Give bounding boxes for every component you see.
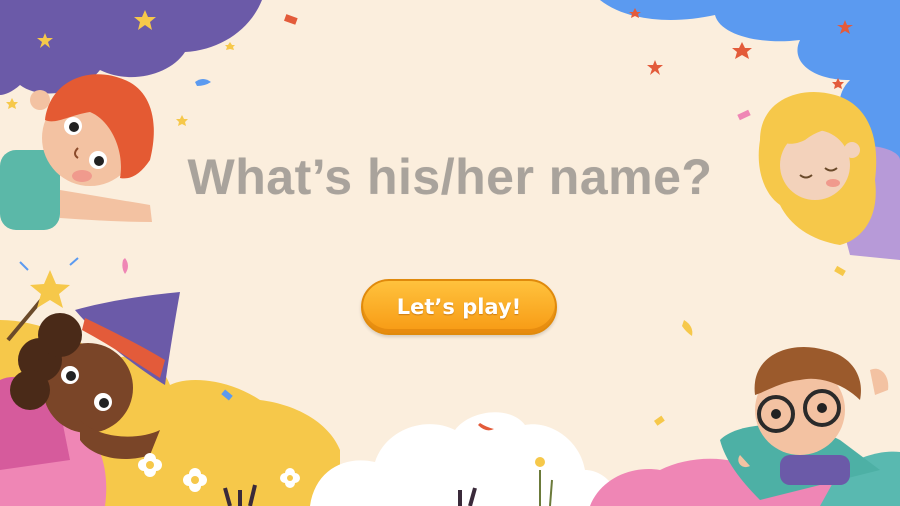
witch-girl bbox=[0, 257, 180, 470]
page-title: What’s his/her name? bbox=[187, 149, 713, 205]
game-start-screen: What’s his/her name? Let’s play! bbox=[0, 0, 900, 506]
white-cloud bbox=[310, 412, 620, 506]
purple-cloud bbox=[0, 0, 262, 95]
background-illustration bbox=[0, 0, 900, 506]
lets-play-button[interactable]: Let’s play! bbox=[361, 279, 557, 335]
confetti-icon bbox=[122, 14, 846, 431]
